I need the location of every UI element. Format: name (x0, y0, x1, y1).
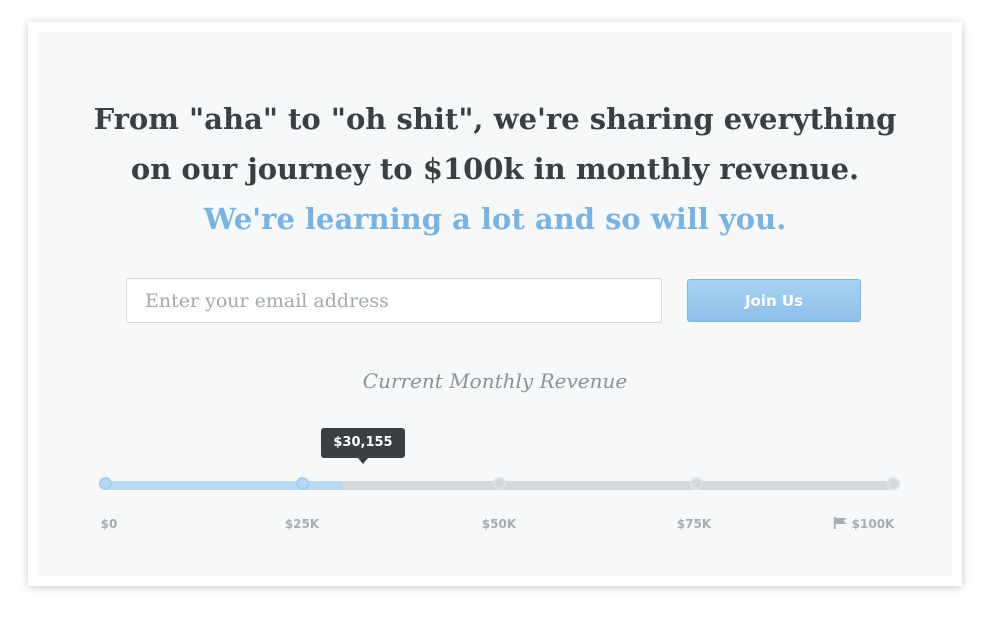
headline-tagline: We're learning a lot and so will you. (203, 202, 787, 236)
tick-label-50k: $50K (481, 517, 517, 531)
milestone-dot-100k (887, 477, 900, 490)
milestone-dot-0 (99, 477, 112, 490)
tick-label-100k: $100K (833, 517, 895, 531)
flag-icon (833, 517, 847, 529)
milestone-dot-25k (296, 477, 309, 490)
headline-line-2: on our journey to $100k in monthly reven… (130, 152, 860, 186)
signup-card: From "aha" to "oh shit", we're sharing e… (28, 22, 962, 586)
tick-label-25k: $25K (284, 517, 320, 531)
revenue-label: Current Monthly Revenue (362, 369, 628, 393)
headline: From "aha" to "oh shit", we're sharing e… (38, 94, 952, 244)
tick-label-75k: $75K (676, 517, 712, 531)
join-us-button[interactable]: Join Us (687, 279, 861, 322)
current-revenue-tooltip: $30,155 (321, 428, 405, 464)
tick-label-0: $0 (100, 517, 118, 531)
tick-label-100k-text: $100K (851, 517, 895, 531)
milestone-dot-75k (690, 477, 703, 490)
email-input[interactable] (126, 278, 662, 323)
milestone-dot-50k (493, 477, 506, 490)
headline-line-1: From "aha" to "oh shit", we're sharing e… (93, 102, 897, 136)
